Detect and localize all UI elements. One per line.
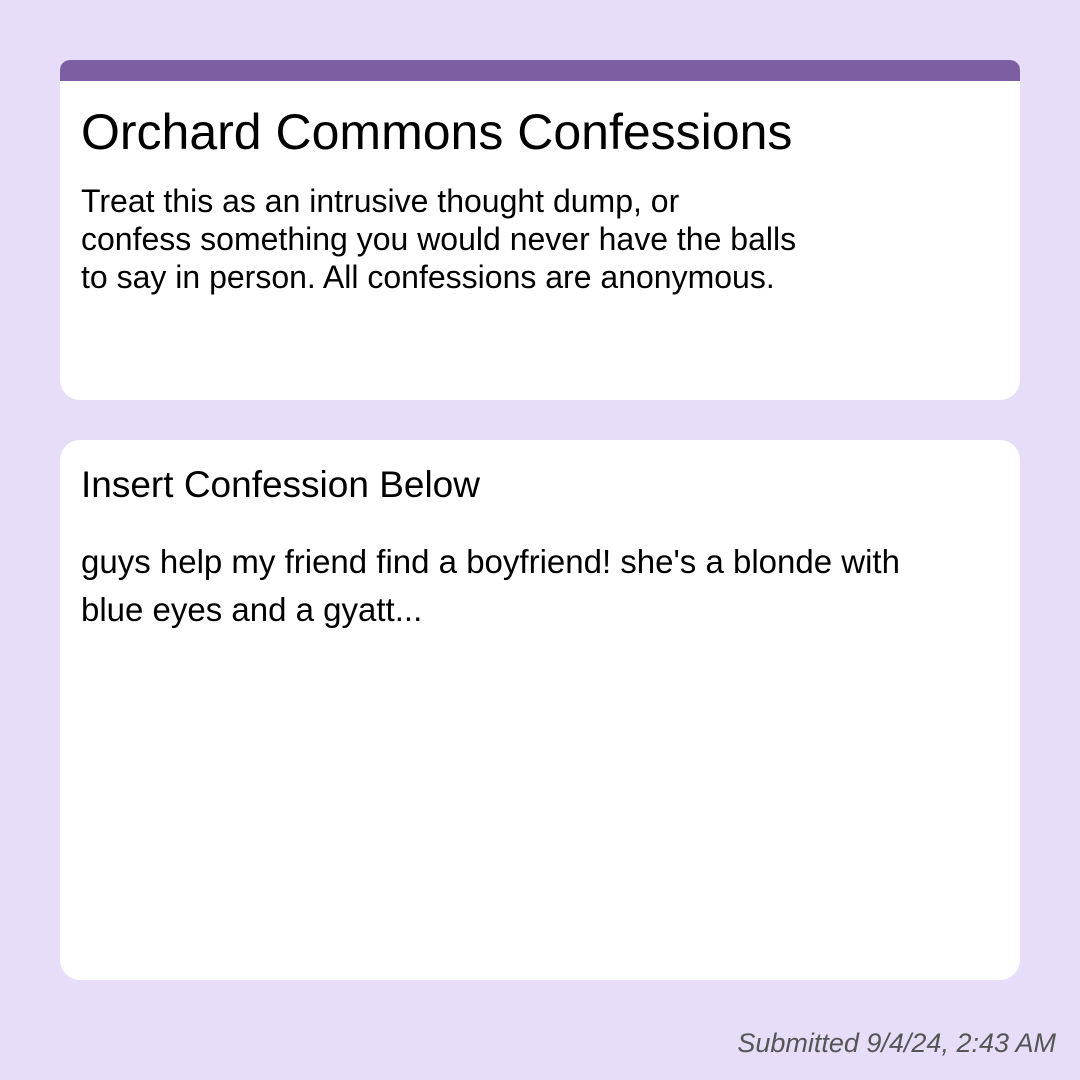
answer-line: guys help my friend find a boyfriend! sh… <box>81 543 900 580</box>
form-description: Treat this as an intrusive thought dump,… <box>81 182 921 296</box>
form-title: Orchard Commons Confessions <box>81 104 793 160</box>
answer-line: blue eyes and a gyatt... <box>81 591 423 628</box>
form-header-card: Orchard Commons Confessions Treat this a… <box>60 60 1020 400</box>
submitted-timestamp: Submitted 9/4/24, 2:43 AM <box>737 1028 1056 1058</box>
description-line: to say in person. All confessions are an… <box>81 259 775 295</box>
confession-answer: guys help my friend find a boyfriend! sh… <box>81 538 1001 634</box>
description-line: Treat this as an intrusive thought dump,… <box>81 183 680 219</box>
accent-bar <box>60 60 1020 81</box>
question-card: Insert Confession Below guys help my fri… <box>60 440 1020 980</box>
description-line: confess something you would never have t… <box>81 221 797 257</box>
question-label: Insert Confession Below <box>81 464 480 505</box>
